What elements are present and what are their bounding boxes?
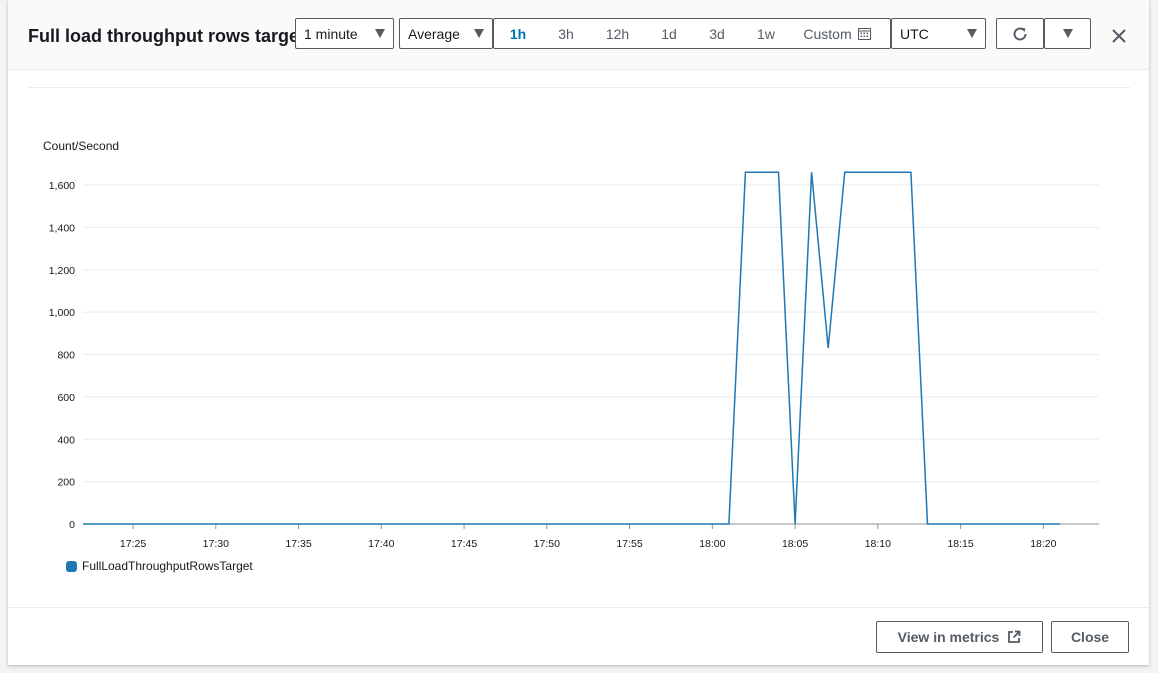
y-tick-label: 1,000 [49,307,75,319]
modal-footer: View in metrics Close [8,607,1149,665]
legend-swatch [66,560,77,572]
view-in-metrics-label: View in metrics [897,629,1000,645]
legend-label: FullLoadThroughputRowsTarget [82,559,253,573]
x-tick-label: 17:45 [451,538,477,550]
series-line [83,171,1060,525]
y-tick-label: 400 [57,434,75,446]
x-tick-label: 17:25 [120,538,146,550]
x-tick-label: 17:35 [285,538,311,550]
x-tick-label: 17:30 [203,538,229,550]
line-chart: Count/Second 0 200 400 600 800 1,000 1,200 1,40… [43,139,1099,550]
x-tick-label: 18:05 [782,538,808,550]
y-axis-label: Count/Second [43,139,119,153]
y-tick-label: 0 [69,519,75,531]
y-tick-label: 600 [57,392,75,404]
x-tick-label: 17:40 [368,538,394,550]
y-tick-label: 800 [57,350,75,362]
metric-modal: Full load throughput rows target 1 minut… [8,0,1149,665]
y-tick-label: 1,400 [49,222,75,234]
close-label: Close [1070,629,1110,645]
x-tick-label: 17:50 [534,538,560,550]
close-button[interactable]: Close [1051,621,1129,653]
external-link-icon [1008,630,1021,643]
x-tick-label: 18:15 [947,538,973,550]
y-tick-label: 200 [57,477,75,489]
y-tick-label: 1,200 [49,265,75,277]
legend[interactable]: FullLoadThroughputRowsTarget [66,559,253,573]
x-tick-label: 17:55 [616,538,642,550]
x-tick-label: 18:00 [699,538,725,550]
x-tick-label: 18:10 [865,538,891,550]
view-in-metrics-button[interactable]: View in metrics [876,621,1043,653]
x-tick-label: 18:20 [1030,538,1056,550]
y-tick-label: 1,600 [49,180,75,192]
